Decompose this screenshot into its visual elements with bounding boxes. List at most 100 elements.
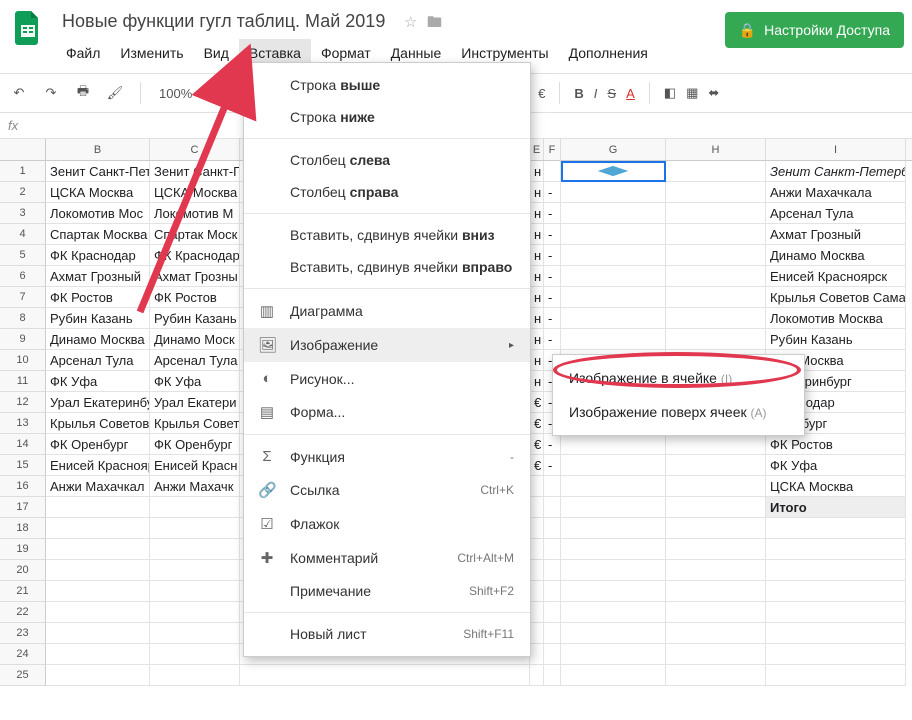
row-header[interactable]: 14 (0, 434, 46, 455)
insert-row-below[interactable]: Строка ниже (244, 101, 530, 133)
col-header[interactable]: G (561, 139, 666, 160)
cell[interactable]: € (530, 413, 544, 434)
cell[interactable] (561, 623, 666, 644)
insert-col-right[interactable]: Столбец справа (244, 176, 530, 208)
cell[interactable] (666, 434, 766, 455)
cell[interactable]: н € (530, 203, 544, 224)
cell[interactable]: н € (530, 308, 544, 329)
cell[interactable] (666, 476, 766, 497)
row-header[interactable]: 16 (0, 476, 46, 497)
cell[interactable]: ФК Уфа (46, 371, 150, 392)
cell[interactable] (530, 518, 544, 539)
cell[interactable]: - (544, 266, 561, 287)
insert-note[interactable]: ПримечаниеShift+F2 (244, 575, 530, 607)
insert-row-above[interactable]: Строка выше (244, 69, 530, 101)
cell[interactable] (666, 518, 766, 539)
cell[interactable] (766, 623, 906, 644)
cell[interactable]: н € (530, 329, 544, 350)
undo-icon[interactable]: ↶ (8, 82, 30, 104)
row-header[interactable]: 11 (0, 371, 46, 392)
cell[interactable] (544, 623, 561, 644)
insert-chart[interactable]: ▥Диаграмма (244, 294, 530, 328)
row-header[interactable]: 12 (0, 392, 46, 413)
cell[interactable] (666, 182, 766, 203)
sheets-logo-icon[interactable] (8, 8, 48, 48)
cell[interactable] (150, 497, 240, 518)
cell[interactable] (561, 224, 666, 245)
col-header[interactable]: E (530, 139, 544, 160)
image-in-cell[interactable]: Изображение в ячейке (I) (553, 361, 804, 395)
cell[interactable]: Арсенал Тула (46, 350, 150, 371)
cell[interactable]: ФК Краснодар (150, 245, 240, 266)
cell[interactable]: - (544, 203, 561, 224)
cell[interactable] (666, 266, 766, 287)
cell[interactable]: € (530, 434, 544, 455)
insert-checkbox[interactable]: ☑Флажок (244, 507, 530, 541)
cell[interactable] (666, 665, 766, 686)
row-header[interactable]: 23 (0, 623, 46, 644)
cell[interactable] (766, 518, 906, 539)
cell[interactable] (544, 665, 561, 686)
insert-form[interactable]: ▤Форма... (244, 395, 530, 429)
cell[interactable]: Локомотив Мос (46, 203, 150, 224)
cell[interactable] (46, 560, 150, 581)
cell[interactable]: н € (530, 161, 544, 182)
cell[interactable] (561, 182, 666, 203)
cell[interactable]: ФК Краснодар (46, 245, 150, 266)
row-header[interactable]: 24 (0, 644, 46, 665)
cell[interactable]: ФК Уфа (766, 455, 906, 476)
cell[interactable] (561, 161, 666, 182)
cell[interactable]: Ахмат Грозный (46, 266, 150, 287)
insert-function[interactable]: ΣФункция- (244, 440, 530, 473)
cell[interactable] (46, 644, 150, 665)
cell[interactable] (46, 539, 150, 560)
row-header[interactable]: 17 (0, 497, 46, 518)
row-header[interactable]: 6 (0, 266, 46, 287)
cell[interactable] (666, 287, 766, 308)
cell[interactable] (150, 665, 240, 686)
cell[interactable] (544, 539, 561, 560)
cell[interactable] (544, 644, 561, 665)
zoom-selector[interactable]: 100% ▼ (155, 86, 209, 101)
cell[interactable] (561, 581, 666, 602)
cell[interactable]: н € (530, 287, 544, 308)
row-header[interactable]: 22 (0, 602, 46, 623)
cell[interactable] (561, 518, 666, 539)
cell[interactable] (46, 497, 150, 518)
cell[interactable] (240, 665, 530, 686)
cell[interactable] (666, 497, 766, 518)
cell[interactable] (544, 476, 561, 497)
menu-file[interactable]: Файл (56, 39, 110, 67)
cell[interactable] (666, 329, 766, 350)
cell[interactable] (766, 539, 906, 560)
row-header[interactable]: 9 (0, 329, 46, 350)
menu-view[interactable]: Вид (194, 39, 239, 67)
cell[interactable]: ФК Ростов (766, 434, 906, 455)
cell[interactable]: Анжи Махачкал (46, 476, 150, 497)
merge-icon[interactable]: ⬌ (708, 85, 719, 101)
cell[interactable]: € (530, 392, 544, 413)
cell[interactable] (666, 644, 766, 665)
cell[interactable]: Спартак Моск (150, 224, 240, 245)
cell[interactable]: Крылья Советов (46, 413, 150, 434)
cell[interactable] (530, 665, 544, 686)
cell[interactable] (561, 329, 666, 350)
cell[interactable] (561, 665, 666, 686)
cell[interactable] (561, 287, 666, 308)
cell[interactable] (544, 161, 561, 182)
row-header[interactable]: 21 (0, 581, 46, 602)
cell[interactable]: Локомотив Москва (766, 308, 906, 329)
cell[interactable]: Крылья Советов Сама (766, 287, 906, 308)
cell[interactable] (666, 308, 766, 329)
cell[interactable]: Рубин Казань (46, 308, 150, 329)
bold-button[interactable]: B (574, 86, 583, 101)
insert-comment[interactable]: ✚КомментарийCtrl+Alt+M (244, 541, 530, 575)
cell[interactable]: н € (530, 350, 544, 371)
cell[interactable]: - (544, 182, 561, 203)
cell[interactable]: - (544, 434, 561, 455)
cell[interactable]: Зенит Санкт-П (150, 161, 240, 182)
row-header[interactable]: 19 (0, 539, 46, 560)
cell[interactable] (561, 644, 666, 665)
cell[interactable] (561, 602, 666, 623)
cell[interactable] (561, 266, 666, 287)
